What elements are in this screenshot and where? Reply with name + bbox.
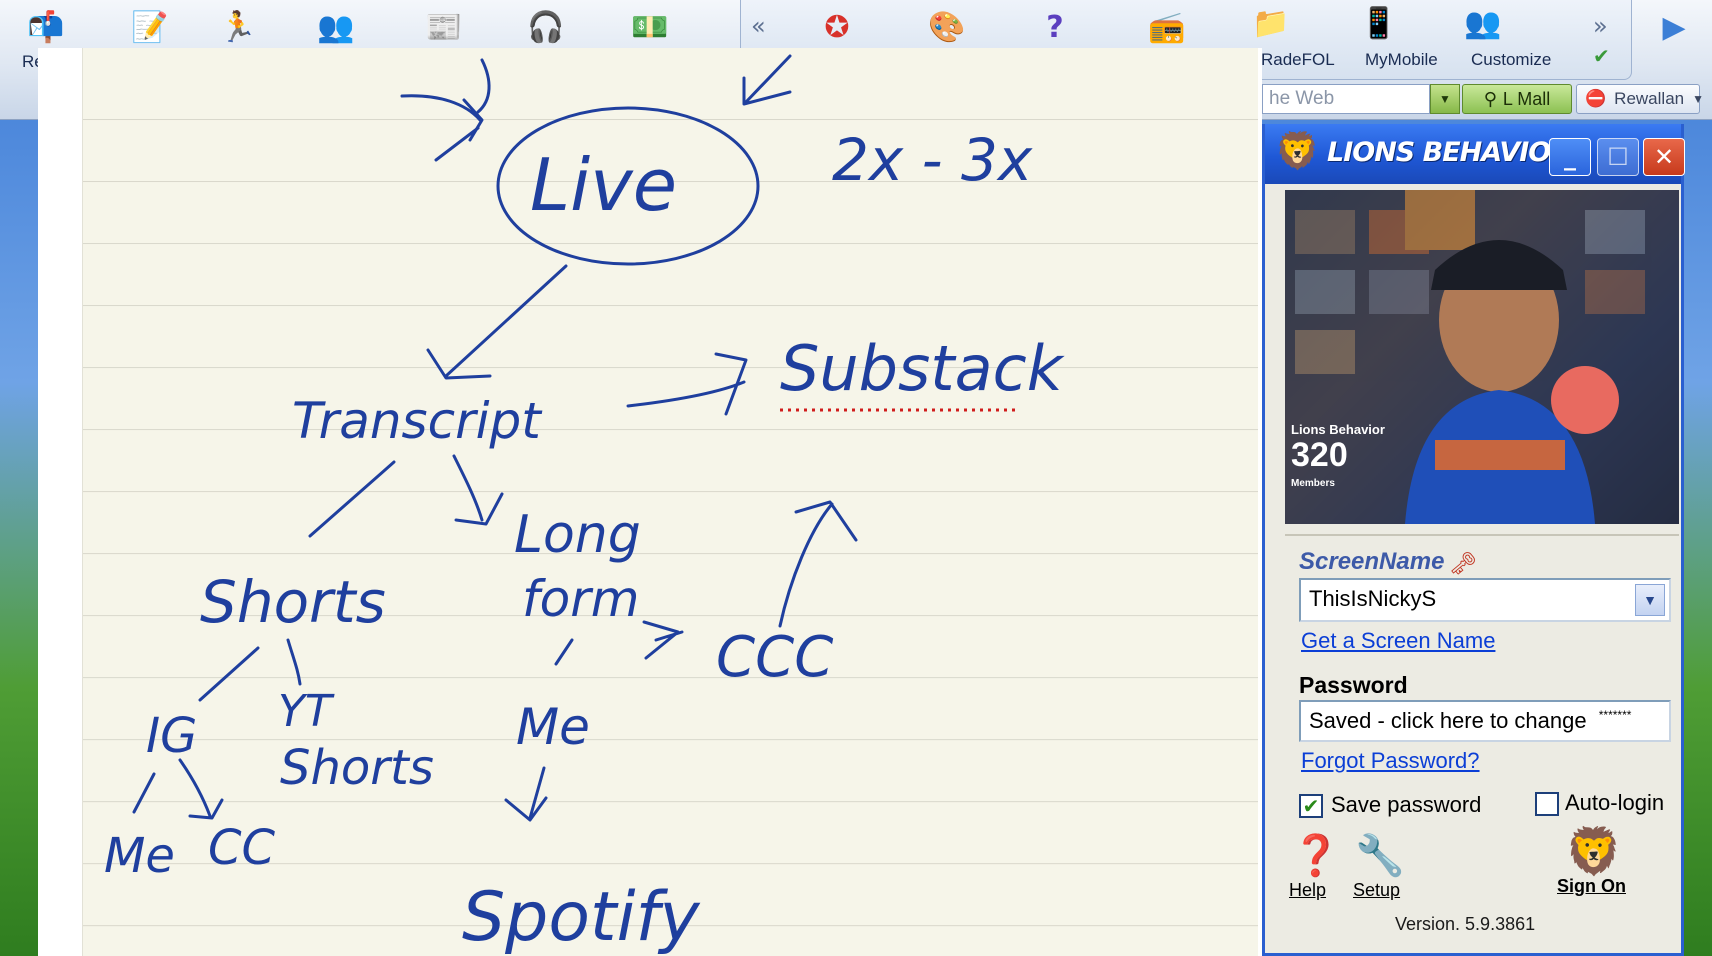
setup-label[interactable]: Setup: [1353, 880, 1400, 901]
promo-group-name: Lions Behavior: [1291, 422, 1385, 437]
save-password-label[interactable]: Save password: [1331, 792, 1481, 818]
mymobile-icon[interactable]: 📱: [1353, 4, 1405, 44]
version-text: Version. 5.9.3861: [1395, 914, 1536, 934]
help-icon[interactable]: ?: [1029, 8, 1081, 48]
palette-icon[interactable]: 🎨: [921, 8, 973, 48]
forgot-password-link[interactable]: Forgot Password?: [1301, 748, 1480, 774]
promo-members-count: 320: [1291, 436, 1348, 474]
write-icon[interactable]: 📝: [124, 8, 176, 48]
search-icon: ⚲: [1483, 88, 1497, 110]
star-icon[interactable]: ✪: [811, 8, 863, 48]
mall-label: L Mall: [1502, 88, 1551, 109]
headphones-icon[interactable]: 🎧: [520, 8, 572, 48]
setup-wrench-icon[interactable]: 🔧: [1355, 836, 1405, 876]
rewallan-button[interactable]: ⛔ Rewallan ▼: [1576, 84, 1704, 114]
radio-icon[interactable]: 📻: [1141, 8, 1193, 48]
save-password-checkbox[interactable]: ✔: [1299, 794, 1323, 818]
search-dropdown-button[interactable]: ▼: [1430, 84, 1460, 114]
aim-titlebar[interactable]: 🦁 LIONS BEHAVIOR _ ☐ ✕: [1265, 124, 1685, 184]
minimize-button[interactable]: _: [1549, 138, 1591, 176]
maximize-icon: ☐: [1607, 143, 1629, 171]
maximize-button[interactable]: ☐: [1597, 138, 1639, 176]
close-button[interactable]: ✕: [1643, 138, 1685, 176]
divider: [1285, 534, 1679, 536]
chevron-down-icon: ▼: [1439, 92, 1451, 106]
password-label: Password: [1299, 672, 1408, 698]
scroll-right-icon[interactable]: »: [1593, 12, 1608, 40]
minimize-icon: _: [1564, 143, 1576, 171]
radefol-label[interactable]: RadeFOL: [1261, 50, 1335, 70]
password-field[interactable]: Saved - click here to change *******: [1299, 700, 1671, 742]
help-label[interactable]: Help: [1289, 880, 1326, 901]
password-mask: *******: [1598, 708, 1632, 722]
sign-on-label[interactable]: Sign On: [1557, 876, 1626, 897]
chevron-down-icon[interactable]: ▼: [1635, 584, 1665, 616]
promo-members-label: Members: [1291, 478, 1335, 489]
radefol-icon[interactable]: 📁: [1245, 4, 1297, 44]
stop-icon: ⛔: [1585, 89, 1607, 109]
chevron-down-icon: ▼: [1692, 92, 1704, 106]
mall-search-button[interactable]: ⚲ L Mall: [1462, 84, 1572, 114]
password-value: Saved - click here to change: [1309, 708, 1587, 733]
running-man-icon[interactable]: 🏃: [212, 8, 264, 48]
auto-login-checkbox[interactable]: [1535, 792, 1559, 816]
aim-title: LIONS BEHAVIOR: [1327, 137, 1571, 168]
customize-icon[interactable]: 👥: [1457, 4, 1509, 44]
lined-paper[interactable]: [82, 48, 1258, 956]
aol-logo-icon[interactable]: ▶: [1648, 8, 1700, 48]
notebook-window: [38, 48, 1262, 956]
rewallan-label: Rewallan: [1614, 89, 1685, 108]
screenname-value: ThisIsNickyS: [1309, 586, 1437, 611]
mymobile-label[interactable]: MyMobile: [1365, 50, 1438, 70]
checkmark-icon: ✔: [1302, 794, 1320, 818]
get-screen-name-link[interactable]: Get a Screen Name: [1301, 628, 1495, 654]
help-icon[interactable]: ❓: [1291, 836, 1341, 876]
scroll-left-icon[interactable]: «: [751, 12, 766, 40]
key-icon: 🗝: [1449, 552, 1477, 577]
money-icon[interactable]: 💵: [624, 8, 676, 48]
people-icon[interactable]: 👥: [310, 8, 362, 48]
screenname-label: ScreenName: [1299, 548, 1445, 575]
mail-icon[interactable]: 📬: [20, 8, 72, 48]
search-web-input[interactable]: he Web: [1262, 84, 1430, 114]
news-icon[interactable]: 📰: [418, 8, 470, 48]
aim-signon-window: 🦁 LIONS BEHAVIOR _ ☐ ✕ Lions Behavior 32…: [1262, 124, 1685, 956]
group-promo-image[interactable]: Lions Behavior 320 Members: [1285, 190, 1679, 524]
lion-icon: 🦁: [1275, 131, 1320, 172]
lion-signon-icon[interactable]: 🦁: [1565, 828, 1622, 874]
auto-login-label[interactable]: Auto-login: [1565, 790, 1664, 816]
check-circle-icon[interactable]: ✔: [1593, 44, 1610, 68]
customize-label[interactable]: Customize: [1471, 50, 1551, 70]
screenname-field[interactable]: ThisIsNickyS ▼: [1299, 578, 1671, 622]
close-icon: ✕: [1653, 143, 1675, 171]
